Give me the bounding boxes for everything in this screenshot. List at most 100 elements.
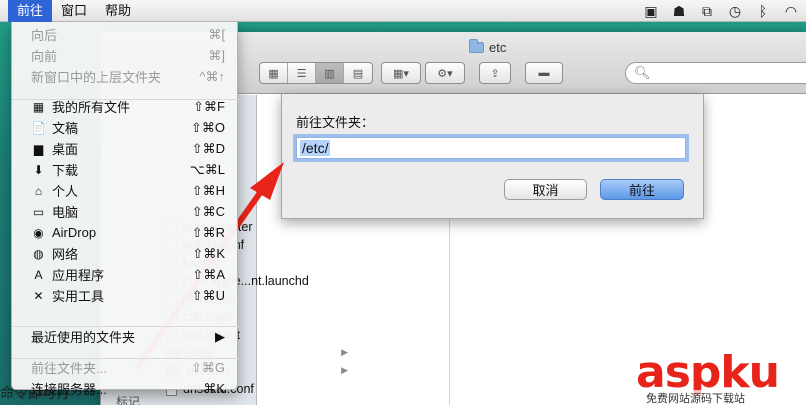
go-menu-item: 向前 ⌘] [12,45,239,66]
go-menu-item[interactable]: ▦ 我的所有文件 ⇧⌘F [12,96,239,117]
menu-bar: 前往 窗口 帮助 ▣ ☗ ⧉ ◷ ᛒ ◠ [0,0,806,22]
utilities-icon: ✕ [33,288,44,303]
menu-item-label: 下载 [52,163,79,178]
list-icon: ☰ [296,67,307,80]
action-button[interactable]: ⚙▾ [426,63,464,83]
menu-item-label: 最近使用的文件夹 [31,330,136,345]
go-menu-dropdown: 向后 ⌘[ 向前 ⌘] 新窗口中的上层文件夹 ^⌘↑ ▦ 我的所有文件 ⇧⌘F 📄 文稿 ⇧⌘O ▆ 桌面… [11,22,239,397]
cancel-button[interactable]: 取消 [504,179,587,200]
action-menu[interactable]: ⚙▾ [425,62,465,84]
menu-item-label: 向后 [31,28,58,43]
go-menu-item[interactable]: ▆ 桌面 ⇧⌘D [12,138,239,159]
disclosure-chevron-icon: ▶ [341,347,348,357]
all-files-icon: ▦ [32,99,45,114]
aspku-watermark: aspku 免费网站源码下载站 [636,348,806,405]
search-icon: 🔍︎ [634,65,651,80]
go-menu-item[interactable]: ◍ 网络 ⇧⌘K [12,243,239,264]
computer-icon: ▭ [32,204,45,219]
menu-item-shortcut: ⌘] [208,47,225,63]
screen-capture-icon[interactable]: ⧉ [698,2,716,20]
menu-item-label: 桌面 [52,142,79,157]
wifi-icon[interactable]: ◠ [782,2,800,20]
documents-icon: 📄 [31,120,46,135]
go-menu-item[interactable]: ⬇ 下载 ⌥⌘L [12,159,239,180]
network-icon: ◍ [33,246,44,261]
column-view-button[interactable]: ▥ [316,63,344,83]
menu-item-label: 应用程序 [52,268,105,283]
menu-item-shortcut: ⇧⌘U [191,287,225,303]
menu-item-shortcut: ⇧⌘F [193,98,225,114]
window-title: etc [469,39,507,55]
downloads-icon: ⬇ [33,162,44,177]
share-icon: ⇪ [490,67,500,80]
go-menu-item[interactable]: 连接服务器... ⌘K [12,378,239,399]
share-group: ⇪ [479,62,511,84]
share-button[interactable]: ⇪ [480,63,510,83]
menu-item-shortcut: ⌘[ [208,26,225,42]
go-menu-item: 向后 ⌘[ [12,24,239,45]
go-to-folder-label: 前往文件夹： [296,115,375,130]
menu-item-shortcut: ▶ [215,328,225,344]
menu-help[interactable]: 帮助 [96,0,140,22]
menu-item-label: 个人 [52,184,79,199]
menu-item-label: 连接服务器... [31,382,107,397]
menu-item-shortcut: ⇧⌘H [191,182,225,198]
menu-item-shortcut: ⇧⌘K [192,245,225,261]
folder-icon [469,39,484,53]
grid-icon: ▦ [268,67,279,80]
go-menu-item[interactable]: 📄 文稿 ⇧⌘O [12,117,239,138]
go-button[interactable]: 前往 [600,179,684,200]
view-mode-switcher: ▦ ☰ ▥ ▤ [259,62,373,84]
go-menu-item[interactable]: ▭ 电脑 ⇧⌘C [12,201,239,222]
menu-item-label: AirDrop [52,225,97,240]
menu-item-shortcut: ⇧⌘A [192,266,225,282]
arrange-icon: ▦▾ [393,67,409,80]
window-title-text: etc [489,40,507,55]
go-menu-item[interactable]: A 应用程序 ⇧⌘A [12,264,239,285]
menu-item-shortcut: ⇧⌘G [190,359,225,375]
columns-icon: ▥ [324,67,335,80]
menu-window[interactable]: 窗口 [52,0,96,22]
go-menu-item[interactable]: 最近使用的文件夹 ▶ [12,326,239,347]
menu-item-label: 我的所有文件 [52,100,131,115]
menu-item-shortcut: ⇧⌘D [191,140,225,156]
arrange-button[interactable]: ▦▾ [382,63,420,83]
go-menu-item: 新窗口中的上层文件夹 ^⌘↑ [12,66,239,87]
tags-group: ▬ [525,62,563,84]
menu-go[interactable]: 前往 [8,0,53,22]
desktop-icon: ▆ [33,141,44,156]
tags-button[interactable]: ▬ [526,63,562,83]
note-icon[interactable]: ▣ [642,2,660,20]
menu-item-shortcut: ⇧⌘O [190,119,225,135]
icon-view-button[interactable]: ▦ [260,63,288,83]
bluetooth-icon[interactable]: ᛒ [754,2,772,20]
menu-item-label: 文稿 [52,121,79,136]
tag-icon: ▬ [538,67,550,79]
search-input[interactable]: 🔍︎ [625,62,806,84]
go-to-folder-sheet: 前往文件夹： /etc/ 取消 前往 [281,94,704,219]
menu-item-label: 向前 [31,49,58,64]
arrange-menu[interactable]: ▦▾ [381,62,421,84]
folder-path-input[interactable] [296,137,686,159]
qq-icon[interactable]: ☗ [670,2,688,20]
menu-item-label: 电脑 [52,205,79,220]
menu-item-shortcut: ⇧⌘R [191,224,225,240]
airdrop-icon: ◉ [33,225,44,240]
cover-flow-icon: ▤ [352,67,364,80]
watermark-subtitle: 免费网站源码下载站 [644,390,747,405]
cover-flow-button[interactable]: ▤ [344,63,372,83]
list-view-button[interactable]: ☰ [288,63,316,83]
menu-item-label: 前往文件夹... [31,361,107,376]
disclosure-chevron-icon: ▶ [341,365,348,375]
go-menu-item[interactable]: ◉ AirDrop ⇧⌘R [12,222,239,243]
go-menu-item: 前往文件夹... ⇧⌘G [12,357,239,378]
go-menu-item[interactable]: ✕ 实用工具 ⇧⌘U [12,285,239,306]
menu-item-shortcut: ⌘K [203,380,225,396]
menu-item-shortcut: ⇧⌘C [191,203,225,219]
go-menu-item[interactable]: ⌂ 个人 ⇧⌘H [12,180,239,201]
time-machine-icon[interactable]: ◷ [726,2,744,20]
menu-item-label: 新窗口中的上层文件夹 [31,70,162,85]
menu-item-label: 网络 [52,247,79,262]
menu-item-shortcut: ⌥⌘L [189,161,225,177]
applications-icon: A [34,267,43,282]
